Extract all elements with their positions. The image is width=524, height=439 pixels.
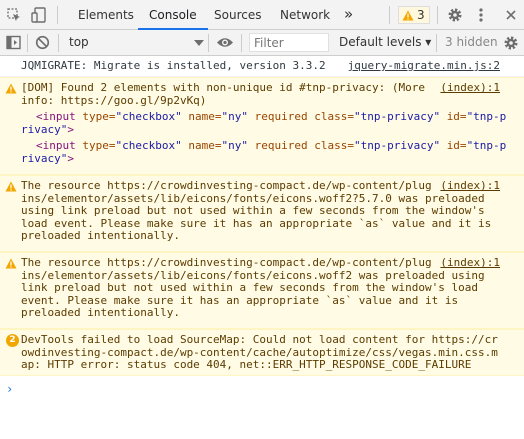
chevron-down-icon[interactable]: [194, 40, 204, 46]
message-text-line: The resource https://crowdinvesting-comp…: [21, 179, 432, 192]
separator: [58, 34, 59, 52]
clear-console-icon[interactable]: [35, 35, 50, 50]
message-text-line: preloaded intentionally.: [21, 306, 180, 319]
attr-value: "checkbox": [115, 139, 182, 152]
separator: [241, 34, 242, 52]
source-link[interactable]: jquery-migrate.min.js:2: [348, 59, 500, 72]
dom-element-snippet[interactable]: <input type="checkbox" name="ny" require…: [36, 139, 507, 152]
live-expression-eye-icon[interactable]: [216, 36, 234, 49]
attr-name: required: [254, 110, 308, 123]
console-settings-gear-icon[interactable]: [503, 35, 519, 51]
device-toolbar-icon[interactable]: [30, 6, 48, 24]
context-selector[interactable]: top: [69, 35, 89, 49]
console-message-log: JQMIGRATE: Migrate is installed, version…: [0, 56, 524, 77]
hidden-messages-count: 3 hidden: [445, 35, 498, 49]
message-text-line: link preload but not used within a few s…: [21, 281, 478, 294]
attr-name: id=: [446, 110, 467, 123]
attr-name: name=: [188, 139, 222, 152]
close-icon[interactable]: [505, 9, 517, 21]
warning-icon: [5, 258, 17, 269]
source-link[interactable]: (index):1: [440, 256, 500, 270]
separator: [208, 34, 209, 52]
attr-value: "checkbox": [115, 110, 182, 123]
message-text-line: [DOM] Found 2 elements with non-unique i…: [21, 81, 425, 94]
attr-value: "tnp-privacy": [353, 110, 441, 123]
filter-input[interactable]: [249, 33, 329, 52]
attr-name: required: [254, 139, 308, 152]
attr-value: "tnp-privacy": [353, 139, 441, 152]
more-options-icon[interactable]: [477, 7, 485, 23]
dom-element-snippet-cont: rivacy">: [21, 151, 74, 165]
separator: [437, 6, 438, 24]
message-text-line: preloaded intentionally.: [21, 229, 180, 242]
tag-open: <input: [36, 110, 76, 123]
tab-console[interactable]: Console: [138, 0, 208, 30]
dom-element-snippet[interactable]: <input type="checkbox" name="ny" require…: [36, 110, 507, 123]
tab-network[interactable]: Network: [280, 0, 330, 29]
attr-name: class=: [314, 110, 354, 123]
message-text-line: DevTools failed to load SourceMap: Could…: [21, 333, 498, 346]
attr-value: rivacy": [21, 122, 68, 136]
attr-value: "ny": [221, 139, 248, 152]
separator: [389, 6, 390, 24]
separator: [57, 6, 58, 24]
message-text-line: ap: HTTP error: status code 404, net::ER…: [21, 358, 472, 371]
log-levels-dropdown[interactable]: Default levels ▾: [339, 35, 431, 49]
inspect-element-icon[interactable]: [6, 7, 22, 23]
more-tabs-button[interactable]: »: [344, 0, 353, 28]
console-message-warning: The resource https://crowdinvesting-comp…: [0, 175, 524, 252]
attr-name: class=: [314, 139, 354, 152]
attr-value: "tnp-p: [466, 110, 507, 123]
warnings-badge[interactable]: 3: [398, 6, 430, 24]
source-link[interactable]: (index):1: [440, 179, 500, 193]
tag-close: >: [67, 122, 74, 136]
warning-icon: [5, 181, 17, 192]
tag-open: <input: [36, 139, 76, 152]
attr-name: type=: [82, 110, 116, 123]
console-message-grouped-warning: 2 DevTools failed to load SourceMap: Cou…: [0, 329, 524, 376]
repeat-count-badge: 2: [6, 334, 19, 347]
source-link[interactable]: (index):1: [440, 81, 500, 95]
console-input-prompt[interactable]: ›: [6, 382, 13, 396]
warning-icon: [5, 83, 17, 94]
attr-value: "ny": [221, 110, 248, 123]
settings-gear-icon[interactable]: [447, 7, 463, 23]
attr-name: type=: [82, 139, 116, 152]
attr-name: id=: [446, 139, 467, 152]
console-message-warning: The resource https://crowdinvesting-comp…: [0, 252, 524, 329]
tag-close: >: [67, 151, 74, 165]
message-text-line: info: https://goo.gl/9p2vKq): [21, 93, 207, 107]
tab-sources[interactable]: Sources: [214, 0, 261, 29]
console-toolbar: top Default levels ▾ 3 hidden: [0, 30, 524, 56]
message-text-line: The resource https://crowdinvesting-comp…: [21, 256, 432, 269]
console-message-warning: [DOM] Found 2 elements with non-unique i…: [0, 77, 524, 175]
warning-icon: [402, 10, 414, 21]
message-text-line: using link preload but not used within a…: [21, 204, 485, 217]
sidebar-toggle-icon[interactable]: [6, 35, 21, 50]
separator: [27, 34, 28, 52]
devtools-tab-bar: Elements Console Sources Network » 3: [0, 0, 524, 30]
attr-name: name=: [188, 110, 222, 123]
message-text: JQMIGRATE: Migrate is installed, version…: [21, 59, 326, 72]
tab-elements[interactable]: Elements: [78, 0, 134, 29]
separator: [436, 34, 437, 52]
attr-value: rivacy": [21, 151, 68, 165]
warnings-count: 3: [417, 8, 425, 22]
attr-value: "tnp-p: [466, 139, 507, 152]
console-output: JQMIGRATE: Migrate is installed, version…: [0, 56, 524, 439]
dom-element-snippet-cont: rivacy">: [21, 122, 74, 136]
